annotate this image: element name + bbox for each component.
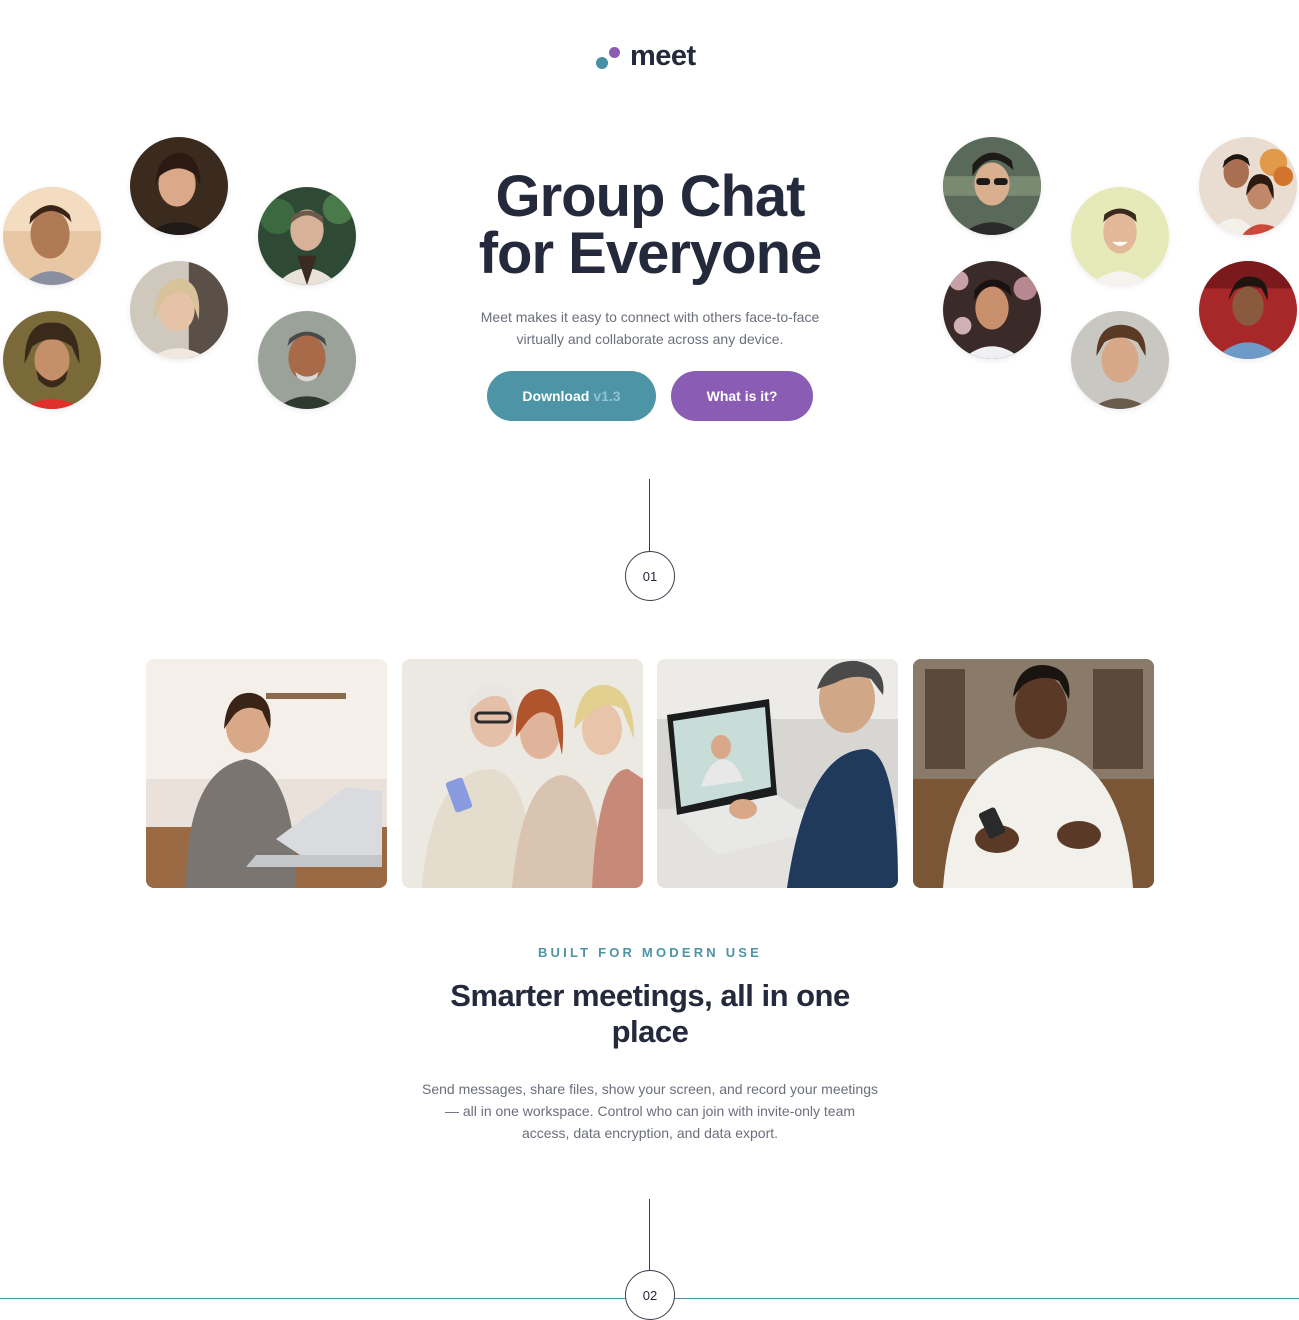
avatar <box>258 187 356 285</box>
avatar <box>130 137 228 235</box>
avatar <box>1071 311 1169 409</box>
avatar <box>1071 187 1169 285</box>
section-title: Smarter meetings, all in one place <box>450 978 850 1049</box>
download-button[interactable]: Download v1.3 <box>487 371 656 421</box>
photo-three-women-phone <box>402 659 643 888</box>
photo-man-phone <box>913 659 1154 888</box>
brand-name: meet <box>630 39 696 72</box>
avatar <box>943 261 1041 359</box>
avatar <box>1199 261 1297 359</box>
what-is-it-button[interactable]: What is it? <box>671 371 813 421</box>
photo-video-call <box>657 659 898 888</box>
avatar <box>258 311 356 409</box>
step-number: 02 <box>642 1287 658 1303</box>
hero-title: Group Chat for Everyone <box>420 168 880 283</box>
step-marker-02: 02 <box>625 1270 675 1320</box>
avatar <box>1199 137 1297 235</box>
step-number: 01 <box>642 568 658 584</box>
section-body: Send messages, share files, show your sc… <box>421 1081 878 1141</box>
brand-logo[interactable]: meet <box>594 38 696 74</box>
avatar <box>130 261 228 359</box>
connector-line <box>649 479 650 552</box>
avatar <box>3 187 101 285</box>
hero-title-line2: for Everyone <box>478 221 823 286</box>
download-version: v1.3 <box>593 388 621 404</box>
hero-title-line1: Group Chat <box>495 164 806 229</box>
avatar <box>3 311 101 409</box>
avatar <box>943 137 1041 235</box>
photo-woman-laptop <box>146 659 387 888</box>
what-is-it-label: What is it? <box>706 388 778 404</box>
download-label: Download <box>522 388 590 404</box>
step-marker-01: 01 <box>625 551 675 601</box>
logo-icon <box>594 41 622 71</box>
hero-subtitle: Meet makes it easy to connect with other… <box>480 309 820 347</box>
connector-line <box>649 1199 650 1271</box>
section-eyebrow: BUILT FOR MODERN USE <box>537 945 763 960</box>
